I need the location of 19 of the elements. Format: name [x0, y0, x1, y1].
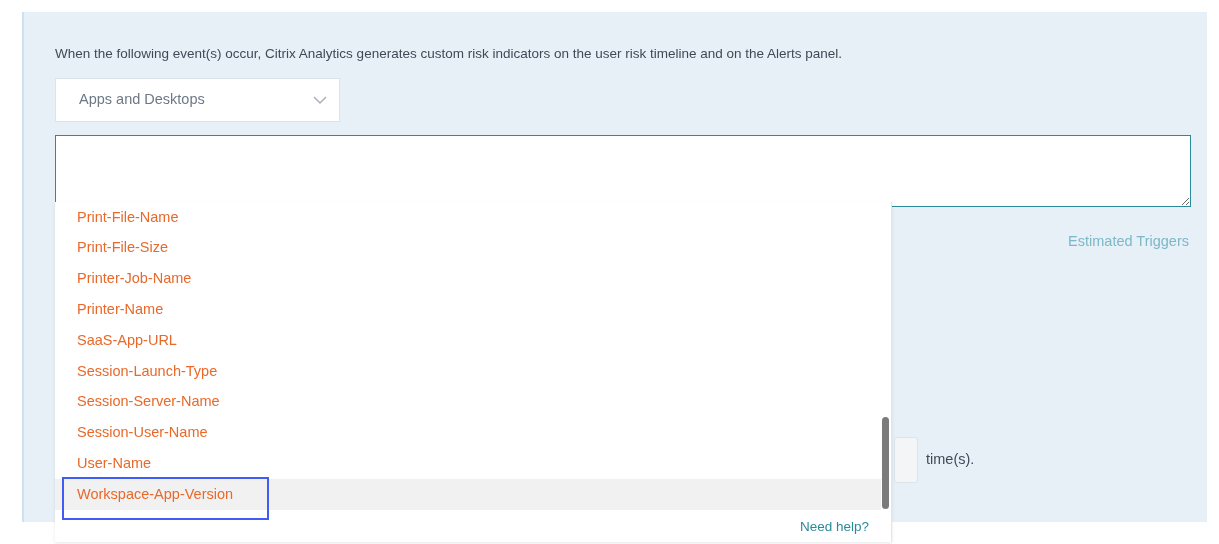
count-suffix: time(s). [926, 450, 975, 470]
description-text: When the following event(s) occur, Citrix Analytics generates custom risk indicators on the user risk timeline and on the Alerts panel. [55, 45, 844, 63]
suggestion-item[interactable]: Print-File-Name [55, 202, 881, 233]
estimated-triggers-label: Estimated Triggers [1068, 232, 1189, 252]
suggestion-item[interactable]: Session-User-Name [55, 417, 881, 449]
suggestion-item[interactable]: SaaS-App-URL [55, 325, 881, 356]
suggestion-item[interactable]: Session-Server-Name [55, 386, 881, 418]
help-link[interactable]: Need help? [799, 517, 869, 538]
scrollbar-thumb[interactable] [882, 417, 889, 509]
count-field[interactable] [894, 437, 918, 483]
suggestion-item[interactable]: Session-Launch-Type [55, 356, 881, 387]
source-dropdown[interactable]: Apps and Desktops [55, 78, 340, 123]
chevron-down-icon [313, 95, 327, 105]
condition-field[interactable] [55, 135, 1191, 208]
suggestion-item[interactable]: Printer-Job-Name [55, 263, 881, 295]
suggestion-item[interactable]: Print-File-Size [55, 232, 881, 264]
suggestion-item[interactable]: Printer-Name [55, 294, 881, 326]
suggestion-item[interactable]: Workspace-App-Version [55, 479, 881, 510]
suggestion-item[interactable]: User-Name [55, 448, 881, 480]
